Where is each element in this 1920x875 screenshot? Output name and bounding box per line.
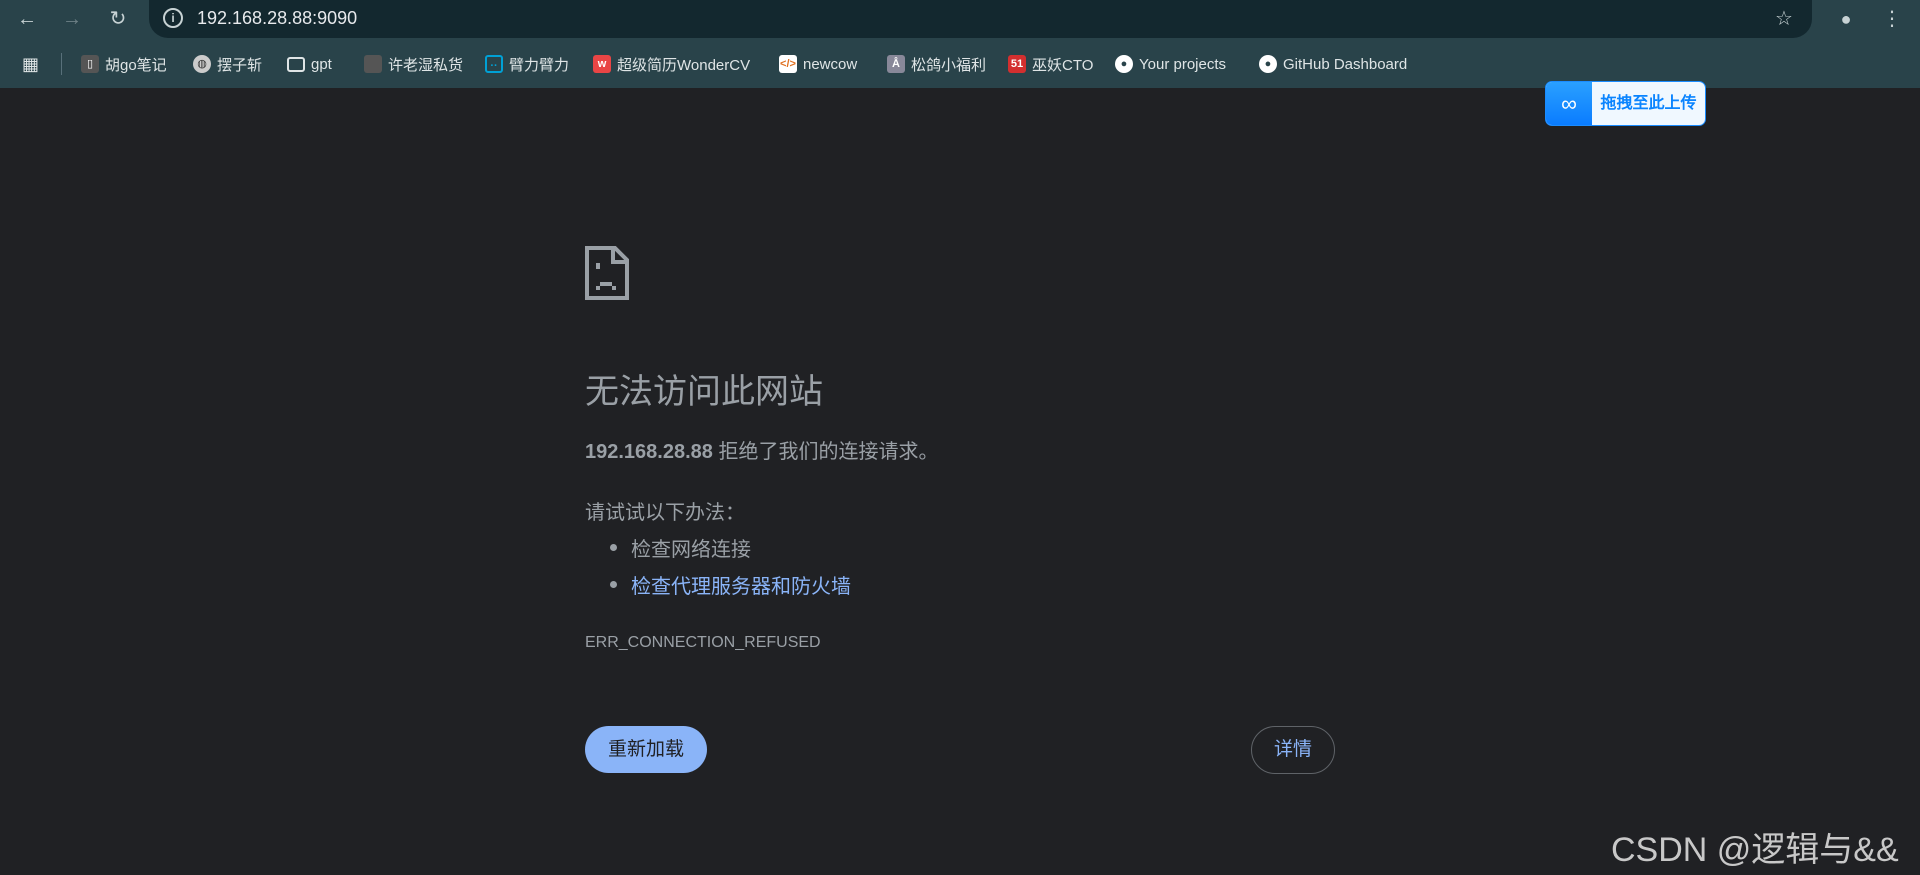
reload-button[interactable]: 重新加载 bbox=[585, 726, 707, 773]
proxy-firewall-link[interactable]: 检查代理服务器和防火墙 bbox=[631, 570, 851, 599]
51cto-icon: 51 bbox=[1008, 55, 1026, 73]
details-button[interactable]: 详情 bbox=[1251, 726, 1335, 774]
bookmark-item[interactable]: ● GitHub Dashboard bbox=[1259, 53, 1407, 75]
bookmark-item[interactable]: ▯ 胡go笔记 bbox=[81, 53, 167, 75]
browser-toolbar: ← → ↻ i 192.168.28.88:9090 ☆ ● ⋮ bbox=[0, 0, 1920, 38]
book-icon: ▯ bbox=[81, 55, 99, 73]
bookmark-item[interactable]: gpt bbox=[287, 53, 332, 75]
suggestion-item[interactable]: 检查代理服务器和防火墙 bbox=[610, 570, 851, 599]
profile-icon[interactable]: ● bbox=[1834, 7, 1858, 31]
watermark: CSDN @逻辑与&& bbox=[1611, 831, 1899, 869]
site-icon: Å bbox=[887, 55, 905, 73]
upload-drop-widget[interactable]: ∞ 拖拽至此上传 bbox=[1545, 81, 1706, 126]
bookmark-item[interactable]: w 超级简历WonderCV bbox=[593, 53, 750, 75]
bookmark-star-icon[interactable]: ☆ bbox=[1772, 7, 1796, 31]
upload-label: 拖拽至此上传 bbox=[1600, 95, 1697, 112]
url-text[interactable]: 192.168.28.88:9090 bbox=[197, 8, 357, 29]
error-message: 192.168.28.88 拒绝了我们的连接请求。 bbox=[585, 435, 938, 464]
github-icon: ● bbox=[1115, 55, 1133, 73]
folder-icon bbox=[287, 56, 305, 72]
sad-document-icon bbox=[585, 246, 629, 300]
bilibili-icon: ·· bbox=[485, 55, 503, 73]
bookmark-item[interactable]: ◍ 摆子斩 bbox=[193, 53, 262, 75]
bookmark-item[interactable]: ·· 臂力臂力 bbox=[485, 53, 569, 75]
cloud-upload-icon: ∞ bbox=[1546, 82, 1592, 125]
bullet bbox=[610, 581, 617, 588]
suggestion-item: 检查网络连接 bbox=[610, 533, 751, 562]
bookmark-item[interactable]: Å 松鸽小福利 bbox=[887, 53, 986, 75]
bookmark-item[interactable]: ● Your projects bbox=[1115, 53, 1226, 75]
globe-icon: ◍ bbox=[193, 55, 211, 73]
menu-kebab-icon[interactable]: ⋮ bbox=[1880, 7, 1904, 31]
message-text: 拒绝了我们的连接请求。 bbox=[718, 441, 939, 463]
host: 192.168.28.88 bbox=[585, 441, 713, 463]
site-info-icon[interactable]: i bbox=[163, 8, 183, 28]
bookmark-item[interactable]: </> newcow bbox=[779, 53, 857, 75]
wondercv-icon: w bbox=[593, 55, 611, 73]
suggestions-heading: 请试试以下办法： bbox=[585, 502, 745, 524]
page-title: 无法访问此网站 bbox=[585, 373, 823, 411]
github-icon: ● bbox=[1259, 55, 1277, 73]
bookmark-item[interactable]: 51 巫妖CTO bbox=[1008, 53, 1093, 75]
forward-button[interactable]: → bbox=[60, 7, 84, 31]
address-bar[interactable] bbox=[149, 0, 1812, 38]
suggestion-text: 检查网络连接 bbox=[631, 539, 751, 561]
back-button[interactable]: ← bbox=[15, 7, 39, 31]
error-code: ERR_CONNECTION_REFUSED bbox=[585, 634, 821, 651]
divider bbox=[61, 53, 62, 75]
newcow-icon: </> bbox=[779, 55, 797, 73]
bookmark-item[interactable]: 许老湿私货 bbox=[364, 53, 463, 75]
bullet bbox=[610, 544, 617, 551]
folder-icon bbox=[364, 55, 382, 73]
reload-icon-button[interactable]: ↻ bbox=[106, 7, 130, 31]
apps-grid-icon[interactable]: ▦ bbox=[22, 53, 39, 75]
